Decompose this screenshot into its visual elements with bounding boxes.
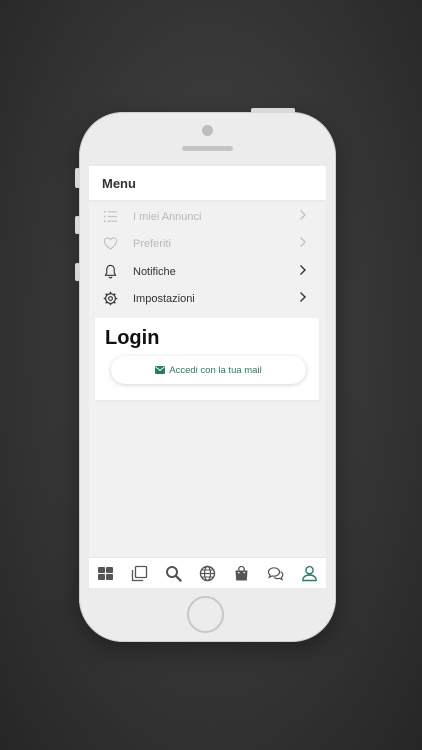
menu-item-my-ads[interactable]: I miei Annunci — [89, 203, 326, 230]
globe-icon — [199, 565, 216, 582]
email-login-button[interactable]: Accedi con la tua mail — [111, 356, 306, 384]
pages-icon — [131, 565, 148, 582]
tab-profile[interactable] — [301, 565, 318, 582]
tab-shop[interactable] — [233, 565, 250, 582]
volume-up-button — [75, 216, 80, 234]
menu-item-notifications[interactable]: Notifiche — [89, 258, 326, 285]
login-card: Login Accedi con la tua mail — [95, 318, 319, 400]
gear-icon — [103, 291, 118, 306]
chevron-right-icon — [300, 237, 306, 247]
tab-home[interactable] — [97, 565, 114, 582]
mute-switch — [75, 168, 80, 188]
power-button — [251, 108, 295, 113]
chevron-right-icon — [300, 292, 306, 302]
bottom-tab-bar — [89, 557, 326, 588]
menu-item-label: Impostazioni — [133, 293, 195, 305]
volume-down-button — [75, 263, 80, 281]
menu-header: Menu — [89, 166, 326, 200]
chevron-right-icon — [300, 210, 306, 220]
list-icon — [103, 210, 118, 223]
front-camera — [202, 125, 213, 136]
envelope-icon — [155, 366, 166, 374]
bell-icon — [104, 264, 117, 279]
chat-icon — [267, 567, 284, 581]
menu-item-label: Notifiche — [133, 266, 176, 278]
tab-explore[interactable] — [199, 565, 216, 582]
tab-messages[interactable] — [267, 565, 284, 582]
login-title: Login — [105, 327, 160, 349]
chevron-right-icon — [300, 265, 306, 275]
user-icon — [302, 565, 317, 582]
menu-item-label: Preferiti — [133, 238, 171, 250]
bag-icon — [235, 565, 248, 581]
email-login-label: Accedi con la tua mail — [169, 364, 262, 376]
menu-item-settings[interactable]: Impostazioni — [89, 285, 326, 312]
app-screen: Menu I miei Annunci Preferiti Notifiche — [89, 166, 326, 588]
heart-icon — [103, 237, 118, 250]
grid-icon — [98, 567, 113, 580]
menu-item-label: I miei Annunci — [133, 211, 202, 223]
speaker-grille — [182, 146, 233, 151]
menu-title: Menu — [102, 176, 136, 191]
menu-item-favorites[interactable]: Preferiti — [89, 230, 326, 257]
tab-search[interactable] — [165, 565, 182, 582]
tab-pages[interactable] — [131, 565, 148, 582]
home-button[interactable] — [187, 596, 224, 633]
search-icon — [166, 566, 182, 582]
